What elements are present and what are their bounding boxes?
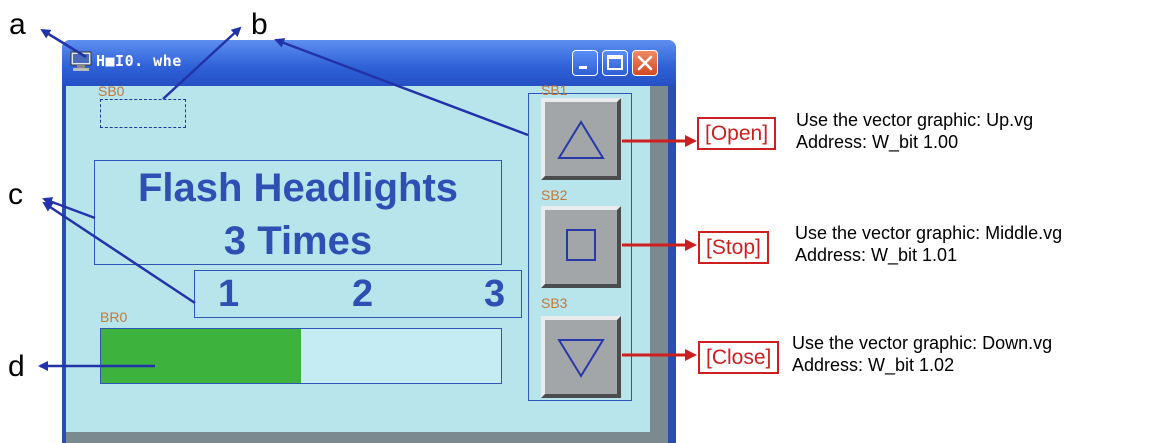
close-label: [Close]	[698, 341, 780, 374]
square-icon	[566, 229, 596, 261]
sb0-placeholder[interactable]	[100, 99, 186, 128]
open-desc-line-2: Address: W_bit 1.00	[796, 132, 959, 152]
br0-tag: BR0	[100, 309, 128, 325]
triangle-up-icon	[557, 120, 605, 159]
minimize-button[interactable]	[572, 50, 598, 76]
stop-desc-line-2: Address: W_bit 1.01	[795, 245, 958, 265]
callout-a: a	[9, 8, 26, 41]
close-icon	[637, 55, 653, 71]
counter-value-1: 1	[218, 273, 240, 315]
br0-progress-bar	[100, 328, 502, 384]
counter-value-3: 3	[484, 273, 506, 315]
close-button[interactable]	[632, 50, 658, 76]
open-desc-line-1: Use the vector graphic: Up.vg	[796, 110, 1034, 130]
callout-c: c	[8, 178, 23, 211]
triangle-down-icon	[557, 339, 605, 378]
minimize-icon	[579, 66, 587, 69]
window-bottom-edge	[66, 432, 668, 443]
stop-desc-line-1: Use the vector graphic: Middle.vg	[795, 223, 1063, 243]
close-down-button[interactable]	[541, 316, 621, 398]
close-desc-line-1: Use the vector graphic: Down.vg	[792, 333, 1053, 353]
callout-d: d	[8, 350, 25, 383]
window-title: H■I0. whe	[96, 52, 182, 70]
callout-b: b	[251, 8, 268, 41]
message-line-2: 3 Times	[223, 219, 373, 263]
maximize-icon	[607, 55, 623, 70]
close-desc-line-2: Address: W_bit 1.02	[792, 355, 955, 375]
br0-progress-fill	[101, 329, 301, 383]
sb3-tag: SB3	[541, 295, 568, 311]
window-right-edge	[650, 86, 668, 432]
sb1-tag: SB1	[541, 82, 568, 98]
stop-label: [Stop]	[698, 231, 769, 264]
maximize-button[interactable]	[602, 50, 628, 76]
sb0-tag: SB0	[98, 83, 125, 99]
open-label: [Open]	[697, 117, 777, 150]
stop-middle-button[interactable]	[541, 206, 621, 288]
open-up-button[interactable]	[541, 98, 621, 180]
message-line-1: Flash Headlights	[137, 166, 459, 210]
sb2-tag: SB2	[541, 187, 568, 203]
app-icon	[70, 50, 92, 72]
counter-value-2: 2	[352, 273, 374, 315]
